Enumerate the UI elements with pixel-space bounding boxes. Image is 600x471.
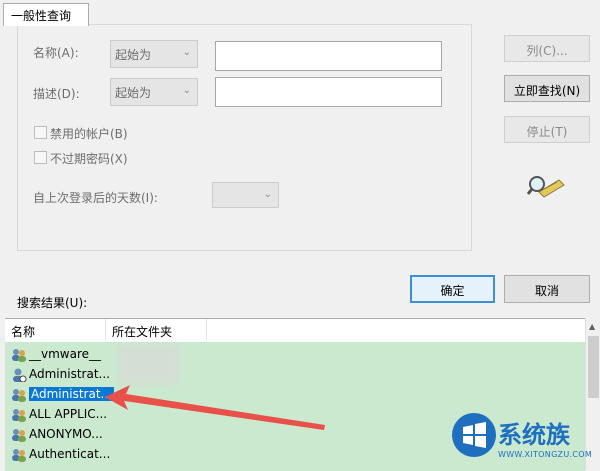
description-input[interactable] [215, 77, 442, 107]
windows-logo-icon [463, 422, 486, 448]
column-header-name[interactable]: 名称 [5, 319, 106, 341]
days-since-logon-combo[interactable]: ⌄ [212, 182, 279, 208]
results-scrollbar[interactable]: ▲ [585, 318, 600, 470]
description-match-value: 起始为 [115, 86, 152, 100]
user-icon [13, 368, 27, 382]
stop-button[interactable]: 停止(T) [504, 116, 590, 143]
columns-button[interactable]: 列(C)... [504, 35, 590, 62]
list-item-name: __vmware__ [29, 347, 102, 361]
list-item[interactable]: Administrat... [11, 384, 114, 404]
list-item[interactable]: ANONYMO... [11, 424, 103, 444]
user-group-icon [12, 388, 26, 402]
user-group-icon [12, 348, 26, 362]
user-group-icon [12, 408, 26, 422]
list-item-name: ALL APPLIC... [29, 407, 108, 421]
disabled-accounts-checkbox[interactable] [34, 126, 47, 139]
list-item[interactable]: Authenticat... [11, 444, 110, 464]
watermark-url: WWW.XITONGZU.COM [498, 450, 593, 459]
no-expire-password-checkbox[interactable] [34, 151, 47, 164]
chevron-down-icon: ⌄ [182, 47, 191, 58]
column-header-folder[interactable]: 所在文件夹 [106, 319, 207, 341]
list-item[interactable]: ALL APPLIC... [11, 404, 107, 424]
list-item-name: Authenticat... [29, 447, 111, 461]
no-expire-password-label: 不过期密码(X) [50, 152, 128, 166]
user-group-icon [12, 448, 26, 462]
list-item-name: Administrat... [29, 367, 110, 381]
chevron-down-icon: ⌄ [182, 85, 191, 96]
search-results-label: 搜索结果(U): [17, 296, 88, 310]
days-since-logon-label: 自上次登录后的天数(I): [33, 191, 158, 205]
list-item-name: ANONYMO... [29, 427, 103, 441]
user-group-icon [12, 428, 26, 442]
name-match-value: 起始为 [115, 48, 152, 62]
list-item[interactable]: __vmware__ [11, 344, 101, 364]
chevron-down-icon: ⌄ [263, 189, 272, 200]
scrollbar-thumb[interactable] [588, 336, 599, 398]
find-now-button[interactable]: 立即查找(N) [504, 75, 590, 102]
name-match-combo[interactable]: 起始为 ⌄ [110, 40, 198, 68]
watermark-brand: 系统族 [498, 421, 570, 449]
disabled-accounts-label: 禁用的帐户(B) [50, 127, 128, 141]
name-input[interactable] [215, 41, 442, 71]
list-item[interactable]: Administrat... [11, 364, 110, 384]
description-match-combo[interactable]: 起始为 ⌄ [110, 78, 198, 106]
ok-button[interactable]: 确定 [410, 275, 495, 303]
annotation-arrow-icon [105, 385, 325, 430]
name-label: 名称(A): [33, 46, 79, 60]
cancel-button[interactable]: 取消 [504, 275, 590, 303]
watermark-logo [452, 413, 496, 457]
blurred-folder-cell [118, 345, 178, 385]
description-label: 描述(D): [33, 87, 80, 101]
tab-general-query[interactable]: 一般性查询 [3, 3, 89, 26]
scroll-up-icon: ▲ [589, 322, 596, 331]
search-icon [527, 176, 565, 198]
